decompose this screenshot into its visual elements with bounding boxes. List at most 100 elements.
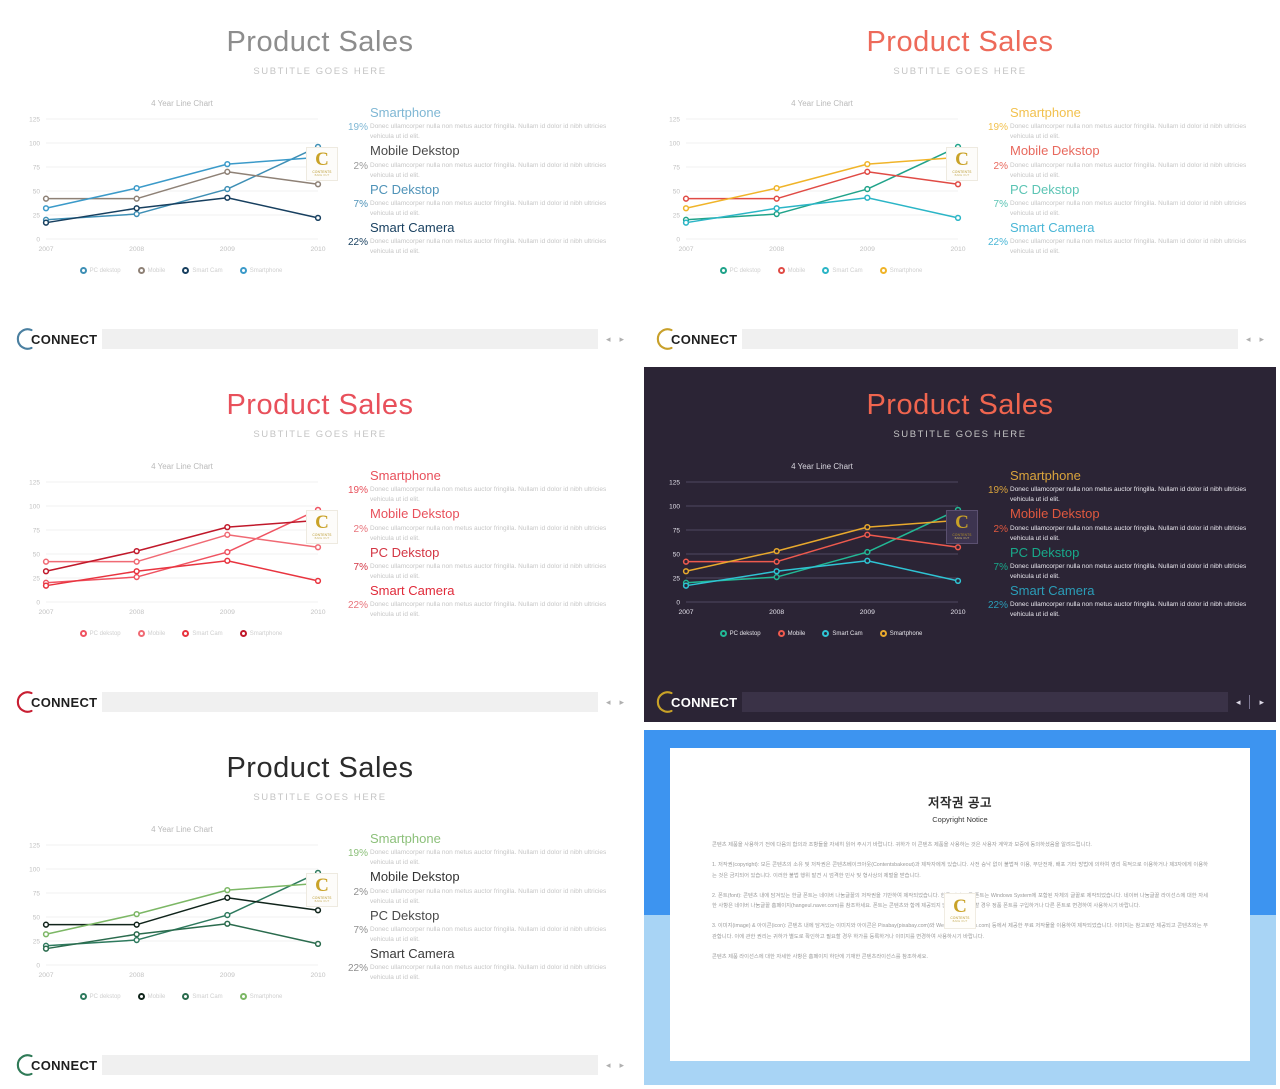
legend-item[interactable]: Smart Cam	[182, 993, 223, 1000]
svg-text:100: 100	[29, 867, 40, 874]
legend-item[interactable]: Mobile	[137, 993, 166, 1000]
stat-block-heading: Mobile Dekstop	[370, 869, 460, 885]
data-point	[682, 205, 690, 212]
slide-copyright-notice[interactable]: 저작권 공고 Copyright Notice 콘텐츠 제품을 사용하기 전에 …	[644, 730, 1276, 1085]
brand-name: CONNECT	[671, 331, 738, 347]
data-point	[954, 214, 962, 222]
legend-item[interactable]: PC dekstop	[719, 267, 761, 274]
slide-slide-light-green[interactable]: Product Sales SUBTITLE GOES HERE 4 Year …	[4, 730, 636, 1085]
legend-label: Mobile	[787, 630, 806, 637]
legend-item[interactable]: Smartphone	[239, 993, 283, 1000]
legend-item[interactable]: PC dekstop	[79, 630, 121, 637]
slide-slide-dark[interactable]: Product Sales SUBTITLE GOES HERE 4 Year …	[644, 367, 1276, 722]
thumbnail-cell[interactable]: Product Sales SUBTITLE GOES HERE 4 Year …	[0, 726, 640, 1089]
legend-item[interactable]: PC dekstop	[719, 630, 761, 637]
legend-item[interactable]: Mobile	[777, 267, 805, 274]
svg-text:100: 100	[29, 504, 40, 511]
chart-column: 4 Year Line Chart 0 25 50 75 100 125 2007 2008 2…	[652, 99, 978, 297]
stat-block: PC Dekstop 7% Donec ullamcorper nulla no…	[978, 182, 1264, 219]
brand-logo[interactable]: CONNECT	[12, 1052, 102, 1078]
prev-slide-button[interactable]: ◂	[606, 334, 611, 344]
stat-block: Smart Camera 22% Donec ullamcorper nulla…	[338, 946, 624, 983]
slide-slide-light-warm[interactable]: Product Sales SUBTITLE GOES HERE 4 Year …	[644, 4, 1276, 359]
legend-item[interactable]: Smart Cam	[822, 630, 863, 637]
stat-block-body: Donec ullamcorper nulla non metus auctor…	[370, 524, 607, 542]
legend-item[interactable]: Smart Cam	[182, 630, 223, 637]
legend-item[interactable]: Smartphone	[239, 267, 283, 274]
chart-plot-area[interactable]: 0 25 50 75 100 125 2007 2008 2009 2010 C CONTENTS…	[12, 837, 338, 989]
brand-logo[interactable]: CONNECT	[652, 326, 742, 352]
brand-logo[interactable]: CONNECT	[652, 689, 742, 715]
prev-slide-button[interactable]: ◂	[1246, 334, 1251, 344]
next-slide-button[interactable]: ▸	[619, 697, 624, 707]
stat-block-heading: Smartphone	[370, 105, 441, 120]
badge-letter: C	[315, 149, 329, 171]
next-slide-button[interactable]: ▸	[619, 334, 624, 344]
legend-color-dot	[822, 630, 830, 637]
legend-label: Smartphone	[249, 993, 283, 1000]
prev-slide-button[interactable]: ◂	[606, 697, 611, 707]
slide-slide-light-blue[interactable]: Product Sales SUBTITLE GOES HERE 4 Year …	[4, 4, 636, 359]
chart-plot-area[interactable]: 0 25 50 75 100 125 2007 2008 2009 2010 C CONTENTS…	[652, 474, 978, 626]
legend-label: Smartphone	[249, 267, 283, 274]
copyright-title: 저작권 공고	[928, 796, 992, 810]
contents-watermark-badge: C CONTENTS BAKE OUT	[306, 873, 338, 907]
stat-block-body: Donec ullamcorper nulla non metus auctor…	[370, 887, 607, 905]
legend-item[interactable]: Mobile	[137, 267, 165, 274]
data-point	[42, 558, 50, 565]
svg-text:25: 25	[33, 939, 41, 946]
svg-text:2010: 2010	[310, 609, 325, 616]
data-point	[224, 911, 231, 919]
legend-item[interactable]: PC dekstop	[79, 267, 121, 274]
next-slide-button[interactable]: ▸	[1259, 334, 1264, 344]
legend-item[interactable]: Smart Cam	[822, 267, 863, 274]
brand-logo[interactable]: CONNECT	[12, 689, 102, 715]
legend-item[interactable]: Mobile	[137, 630, 165, 637]
brand-name: CONNECT	[31, 331, 98, 347]
stat-block-body: Donec ullamcorper nulla non metus auctor…	[1010, 123, 1247, 141]
badge-letter: C	[955, 512, 969, 534]
data-point	[773, 547, 780, 555]
thumbnail-cell[interactable]: Product Sales SUBTITLE GOES HERE 4 Year …	[0, 0, 640, 363]
thumbnail-cell[interactable]: 저작권 공고 Copyright Notice 콘텐츠 제품을 사용하기 전에 …	[640, 726, 1280, 1089]
stat-block-percent: 22%	[987, 237, 1008, 249]
stat-block-body: Donec ullamcorper nulla non metus auctor…	[370, 123, 607, 141]
legend-label: PC dekstop	[89, 267, 121, 274]
legend-item[interactable]: Mobile	[777, 630, 806, 637]
next-slide-button[interactable]: ▸	[1259, 697, 1264, 707]
chart-legend: PC dekstop Mobile Smart Cam Smartphone	[12, 993, 332, 1000]
legend-label: Mobile	[147, 993, 166, 1000]
thumbnail-cell[interactable]: Product Sales SUBTITLE GOES HERE 4 Year …	[640, 0, 1280, 363]
chart-title: 4 Year Line Chart	[151, 825, 213, 834]
thumbnail-cell[interactable]: Product Sales SUBTITLE GOES HERE 4 Year …	[0, 363, 640, 726]
legend-item[interactable]: Smartphone	[879, 630, 923, 637]
chart-plot-area[interactable]: 0 25 50 75 100 125 2007 2008 2009 2010 C CONTENTS…	[12, 111, 338, 263]
stat-block-percent: 22%	[347, 237, 368, 249]
legend-label: Smart Cam	[832, 267, 863, 274]
data-point	[42, 945, 50, 952]
svg-text:125: 125	[29, 843, 40, 850]
brand-logo[interactable]: CONNECT	[12, 326, 102, 352]
legend-label: Smart Cam	[832, 630, 863, 637]
legend-label: Smartphone	[889, 630, 923, 637]
stat-block-percent: 22%	[987, 600, 1008, 612]
legend-item[interactable]: Smartphone	[239, 630, 282, 637]
prev-slide-button[interactable]: ◂	[1236, 697, 1241, 707]
data-point	[133, 568, 140, 575]
thumbnail-cell[interactable]: Product Sales SUBTITLE GOES HERE 4 Year …	[640, 363, 1280, 726]
chart-plot-area[interactable]: 0 25 50 75 100 125 2007 2008 2009 2010 C CONTENTS…	[652, 111, 978, 263]
stat-block-percent: 22%	[347, 963, 368, 975]
stat-block-body: Donec ullamcorper nulla non metus auctor…	[370, 161, 607, 179]
contents-watermark-badge: C CONTENTS BAKE OUT	[306, 510, 338, 544]
stats-column: Smartphone 19% Donec ullamcorper nulla n…	[332, 99, 624, 297]
legend-item[interactable]: PC dekstop	[79, 993, 121, 1000]
chart-plot-area[interactable]: 0 25 50 75 100 125 2007 2008 2009 2010 C CONTENTS…	[12, 474, 338, 626]
legend-item[interactable]: Smartphone	[879, 267, 922, 274]
stat-block: PC Dekstop 7% Donec ullamcorper nulla no…	[338, 182, 624, 219]
legend-item[interactable]: Smart Cam	[182, 267, 223, 274]
prev-slide-button[interactable]: ◂	[606, 1060, 611, 1070]
svg-text:2009: 2009	[220, 972, 235, 979]
slide-slide-light-red[interactable]: Product Sales SUBTITLE GOES HERE 4 Year …	[4, 367, 636, 722]
stat-block: PC Dekstop 7% Donec ullamcorper nulla no…	[338, 908, 624, 945]
next-slide-button[interactable]: ▸	[619, 1060, 624, 1070]
